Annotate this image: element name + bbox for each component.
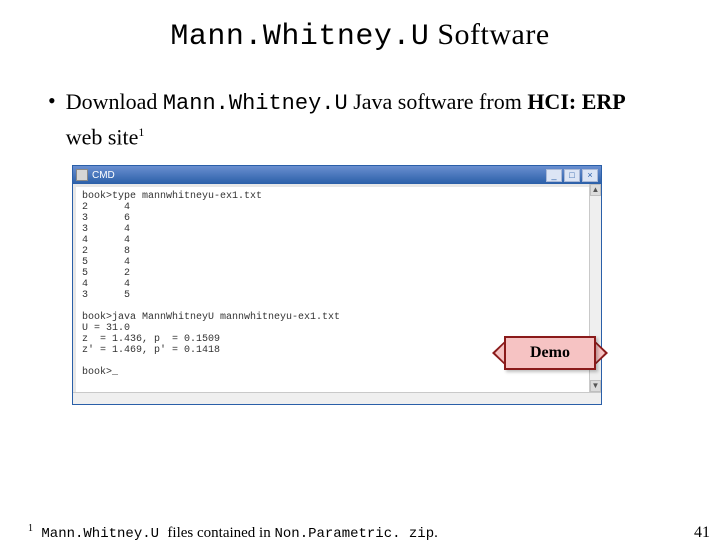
horizontal-scrollbar[interactable] bbox=[73, 392, 601, 404]
page-number: 41 bbox=[694, 524, 710, 542]
bullet-bold: HCI: ERP bbox=[527, 89, 625, 114]
scroll-down-icon[interactable]: ▼ bbox=[590, 380, 601, 392]
bullet-mid: Java software from bbox=[348, 89, 528, 114]
window-title: CMD bbox=[92, 170, 115, 181]
bullet-item: • Download Mann.Whitney.U Java software … bbox=[48, 88, 720, 151]
window-titlebar: CMD _ □ × bbox=[73, 166, 601, 184]
maximize-button[interactable]: □ bbox=[564, 169, 580, 182]
footnote-end: . bbox=[434, 525, 438, 541]
title-rest: Software bbox=[429, 18, 549, 51]
title-mono: Mann.Whitney.U bbox=[170, 20, 429, 54]
bullet-sup: 1 bbox=[138, 125, 144, 139]
bullet-mono: Mann.Whitney.U bbox=[163, 91, 348, 116]
bullet-text: Download Mann.Whitney.U Java software fr… bbox=[66, 88, 666, 151]
demo-label: Demo bbox=[504, 336, 596, 370]
footnote-mid: files contained in bbox=[167, 525, 274, 541]
bullet-lead: Download bbox=[66, 89, 163, 114]
bullet-dot: • bbox=[48, 88, 56, 114]
slide-title: Mann.Whitney.U Software bbox=[0, 18, 720, 54]
demo-badge: Demo bbox=[490, 328, 610, 378]
footnote: 1 Mann.Whitney.U files contained in Non.… bbox=[28, 523, 438, 542]
window-icon bbox=[76, 169, 88, 181]
scroll-up-icon[interactable]: ▲ bbox=[590, 184, 601, 196]
minimize-button[interactable]: _ bbox=[546, 169, 562, 182]
bullet-tail: web site bbox=[66, 124, 139, 149]
window-buttons: _ □ × bbox=[546, 169, 598, 182]
close-button[interactable]: × bbox=[582, 169, 598, 182]
